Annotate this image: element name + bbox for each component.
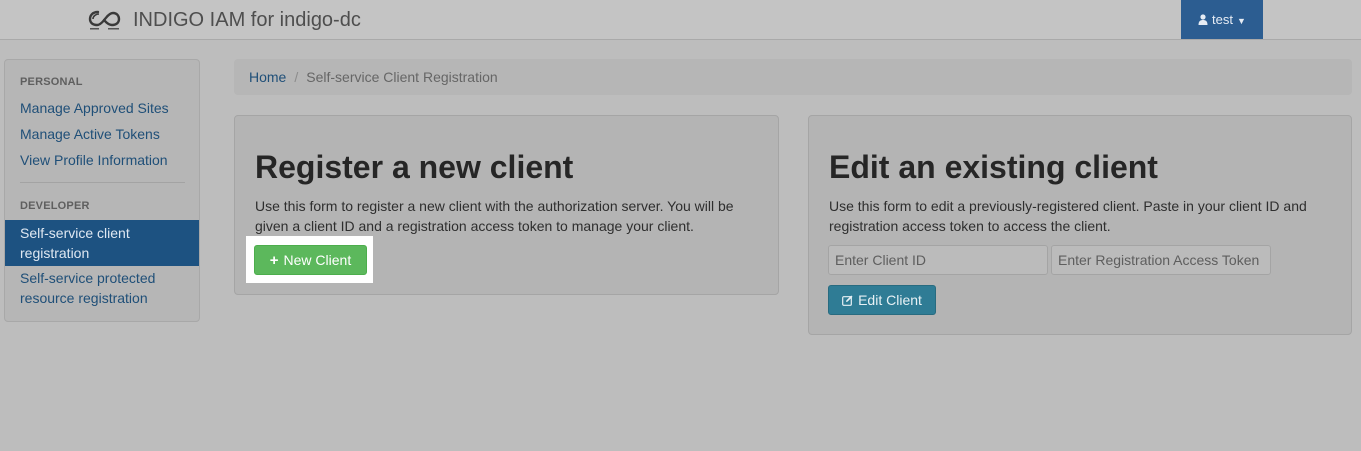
indigo-logo-icon[interactable] (88, 8, 122, 32)
new-client-label: New Client (283, 252, 352, 268)
register-description: Use this form to register a new client w… (255, 198, 734, 234)
edit-client-button[interactable]: Edit Client (828, 285, 936, 315)
sidebar-item-resource-registration[interactable]: Self-service protected resource registra… (20, 268, 195, 308)
top-navbar: INDIGO IAM for indigo-dc test ▼ (0, 0, 1361, 40)
user-icon (1198, 1, 1208, 40)
client-id-input[interactable] (828, 245, 1048, 275)
nav-header-personal: PERSONAL (20, 76, 83, 88)
sidebar: PERSONAL Manage Approved Sites Manage Ac… (4, 59, 200, 322)
sidebar-item-active-tokens[interactable]: Manage Active Tokens (20, 124, 160, 144)
breadcrumb-home[interactable]: Home (249, 69, 286, 85)
nav-header-developer: DEVELOPER (20, 200, 90, 212)
breadcrumb: Home / Self-service Client Registration (234, 59, 1352, 95)
sidebar-item-profile[interactable]: View Profile Information (20, 150, 168, 170)
register-title: Register a new client (255, 149, 574, 185)
edit-title: Edit an existing client (829, 149, 1158, 185)
edit-icon (842, 287, 853, 315)
user-menu-button[interactable]: test ▼ (1181, 0, 1263, 39)
user-name: test (1212, 12, 1234, 27)
edit-client-label: Edit Client (858, 292, 922, 308)
edit-description: Use this form to edit a previously-regis… (829, 198, 1307, 234)
new-client-button[interactable]: + New Client (254, 245, 367, 275)
plus-icon: + (269, 252, 279, 269)
sidebar-item-client-registration[interactable]: Self-service client registration (5, 220, 199, 266)
app-title[interactable]: INDIGO IAM for indigo-dc (133, 8, 361, 32)
breadcrumb-current: Self-service Client Registration (306, 69, 498, 85)
caret-down-icon: ▼ (1237, 16, 1246, 26)
breadcrumb-separator: / (294, 69, 299, 85)
sidebar-divider (20, 182, 185, 183)
registration-token-input[interactable] (1051, 245, 1271, 275)
sidebar-item-approved-sites[interactable]: Manage Approved Sites (20, 98, 169, 118)
